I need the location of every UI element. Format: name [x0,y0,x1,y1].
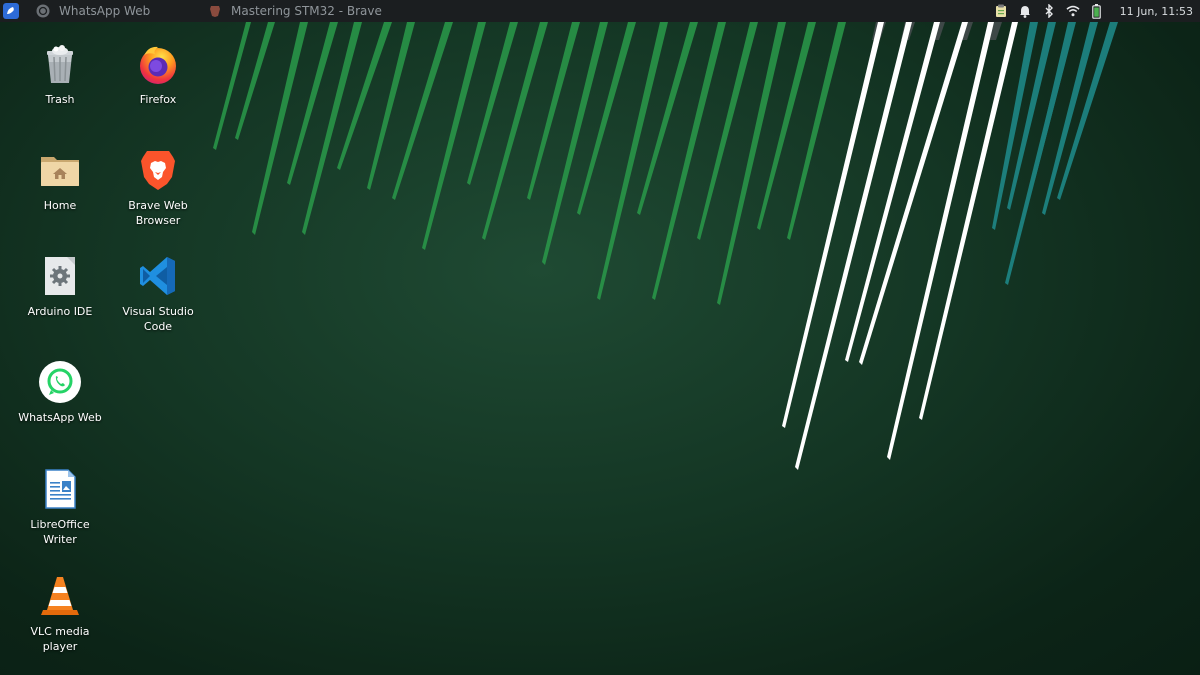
taskbar-item-label: WhatsApp Web [59,4,151,18]
bluetooth-icon[interactable] [1042,4,1056,18]
app-launcher-icon [7,7,14,14]
trash-icon [47,45,73,83]
desktop-icon-firefox[interactable]: Firefox [110,42,206,107]
clock[interactable]: 11 Jun, 11:53 [1120,5,1193,18]
desktop-icon-label: Firefox [139,93,177,106]
desktop-icon-label: WhatsApp Web [18,411,102,424]
desktop-icon-label: Visual Studio Code [122,305,194,333]
desktop-icon-visual-studio-code[interactable]: Visual Studio Code [110,254,206,334]
application-menu-button[interactable] [3,3,19,19]
desktop-icon-brave-web-browser[interactable]: Brave Web Browser [110,148,206,228]
firefox-icon [140,46,176,84]
bell-icon[interactable] [1018,4,1032,18]
desktop-icon-arduino-ide[interactable]: Arduino IDE [12,254,108,319]
whatsapp-icon [39,361,81,403]
libreoffice-writer-icon [45,469,76,509]
desktop-icon-label: LibreOffice Writer [30,518,90,546]
home-folder-icon [41,157,79,186]
brave-icon [208,4,222,18]
battery-icon[interactable] [1090,3,1104,19]
taskbar-item-label: Mastering STM32 - Brave [231,4,382,18]
desktop-wallpaper [213,22,1118,470]
desktop-icon-vlc-media-player[interactable]: VLC media player [12,574,108,654]
wallpaper-teal-stripes [992,22,1118,285]
system-tray: 11 Jun, 11:53 [984,0,1200,22]
whatsapp-icon [36,4,50,18]
vscode-icon [140,257,175,295]
desktop-icon-libreoffice-writer[interactable]: LibreOffice Writer [12,467,108,547]
desktop-icon-trash[interactable]: Trash [12,42,108,107]
desktop-icon-whatsapp-web[interactable]: WhatsApp Web [12,360,108,425]
desktop-icon-label: Brave Web Browser [128,199,188,227]
arduino-ide-icon [45,257,75,295]
taskbar-item-whatsapp-web[interactable]: WhatsApp Web [28,0,200,22]
desktop-icon-home[interactable]: Home [12,148,108,213]
desktop-icon-label: Home [43,199,77,212]
wallpaper-green-stripes [213,22,846,305]
desktop-icon-label: Trash [45,93,75,106]
wallpaper-white-stripes [782,22,1018,470]
taskbar-item-brave[interactable]: Mastering STM32 - Brave [200,0,390,22]
vlc-icon [41,577,79,615]
desktop-icon-label: VLC media player [30,625,90,653]
clipboard-icon[interactable] [994,4,1008,18]
top-panel: WhatsApp Web Mastering STM32 - Brave 11 … [0,0,1200,22]
wifi-icon[interactable] [1066,4,1080,18]
brave-icon [141,151,175,190]
desktop-icon-label: Arduino IDE [27,305,93,318]
